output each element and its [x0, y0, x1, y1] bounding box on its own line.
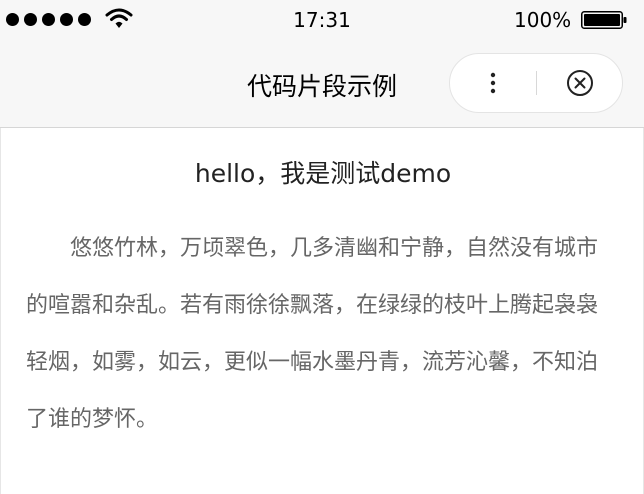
close-circle-icon: [567, 70, 593, 96]
navigation-bar: 代码片段示例: [0, 40, 644, 128]
battery-full-icon: [581, 11, 627, 29]
menu-capsule: [449, 53, 623, 113]
battery-percent: 100%: [514, 8, 572, 32]
content-area: hello，我是测试demo 悠悠竹林，万顷翠色，几多清幽和宁静，自然没有城市的…: [0, 128, 644, 494]
status-bar: 17:31 100%: [0, 0, 644, 40]
content-paragraph: 悠悠竹林，万顷翠色，几多清幽和宁静，自然没有城市的喧嚣和杂乱。若有雨徐徐飘落，在…: [26, 236, 599, 432]
more-button[interactable]: [450, 54, 536, 112]
close-button[interactable]: [537, 54, 623, 112]
more-vertical-icon: [490, 72, 496, 94]
content-heading: hello，我是测试demo: [194, 159, 452, 188]
